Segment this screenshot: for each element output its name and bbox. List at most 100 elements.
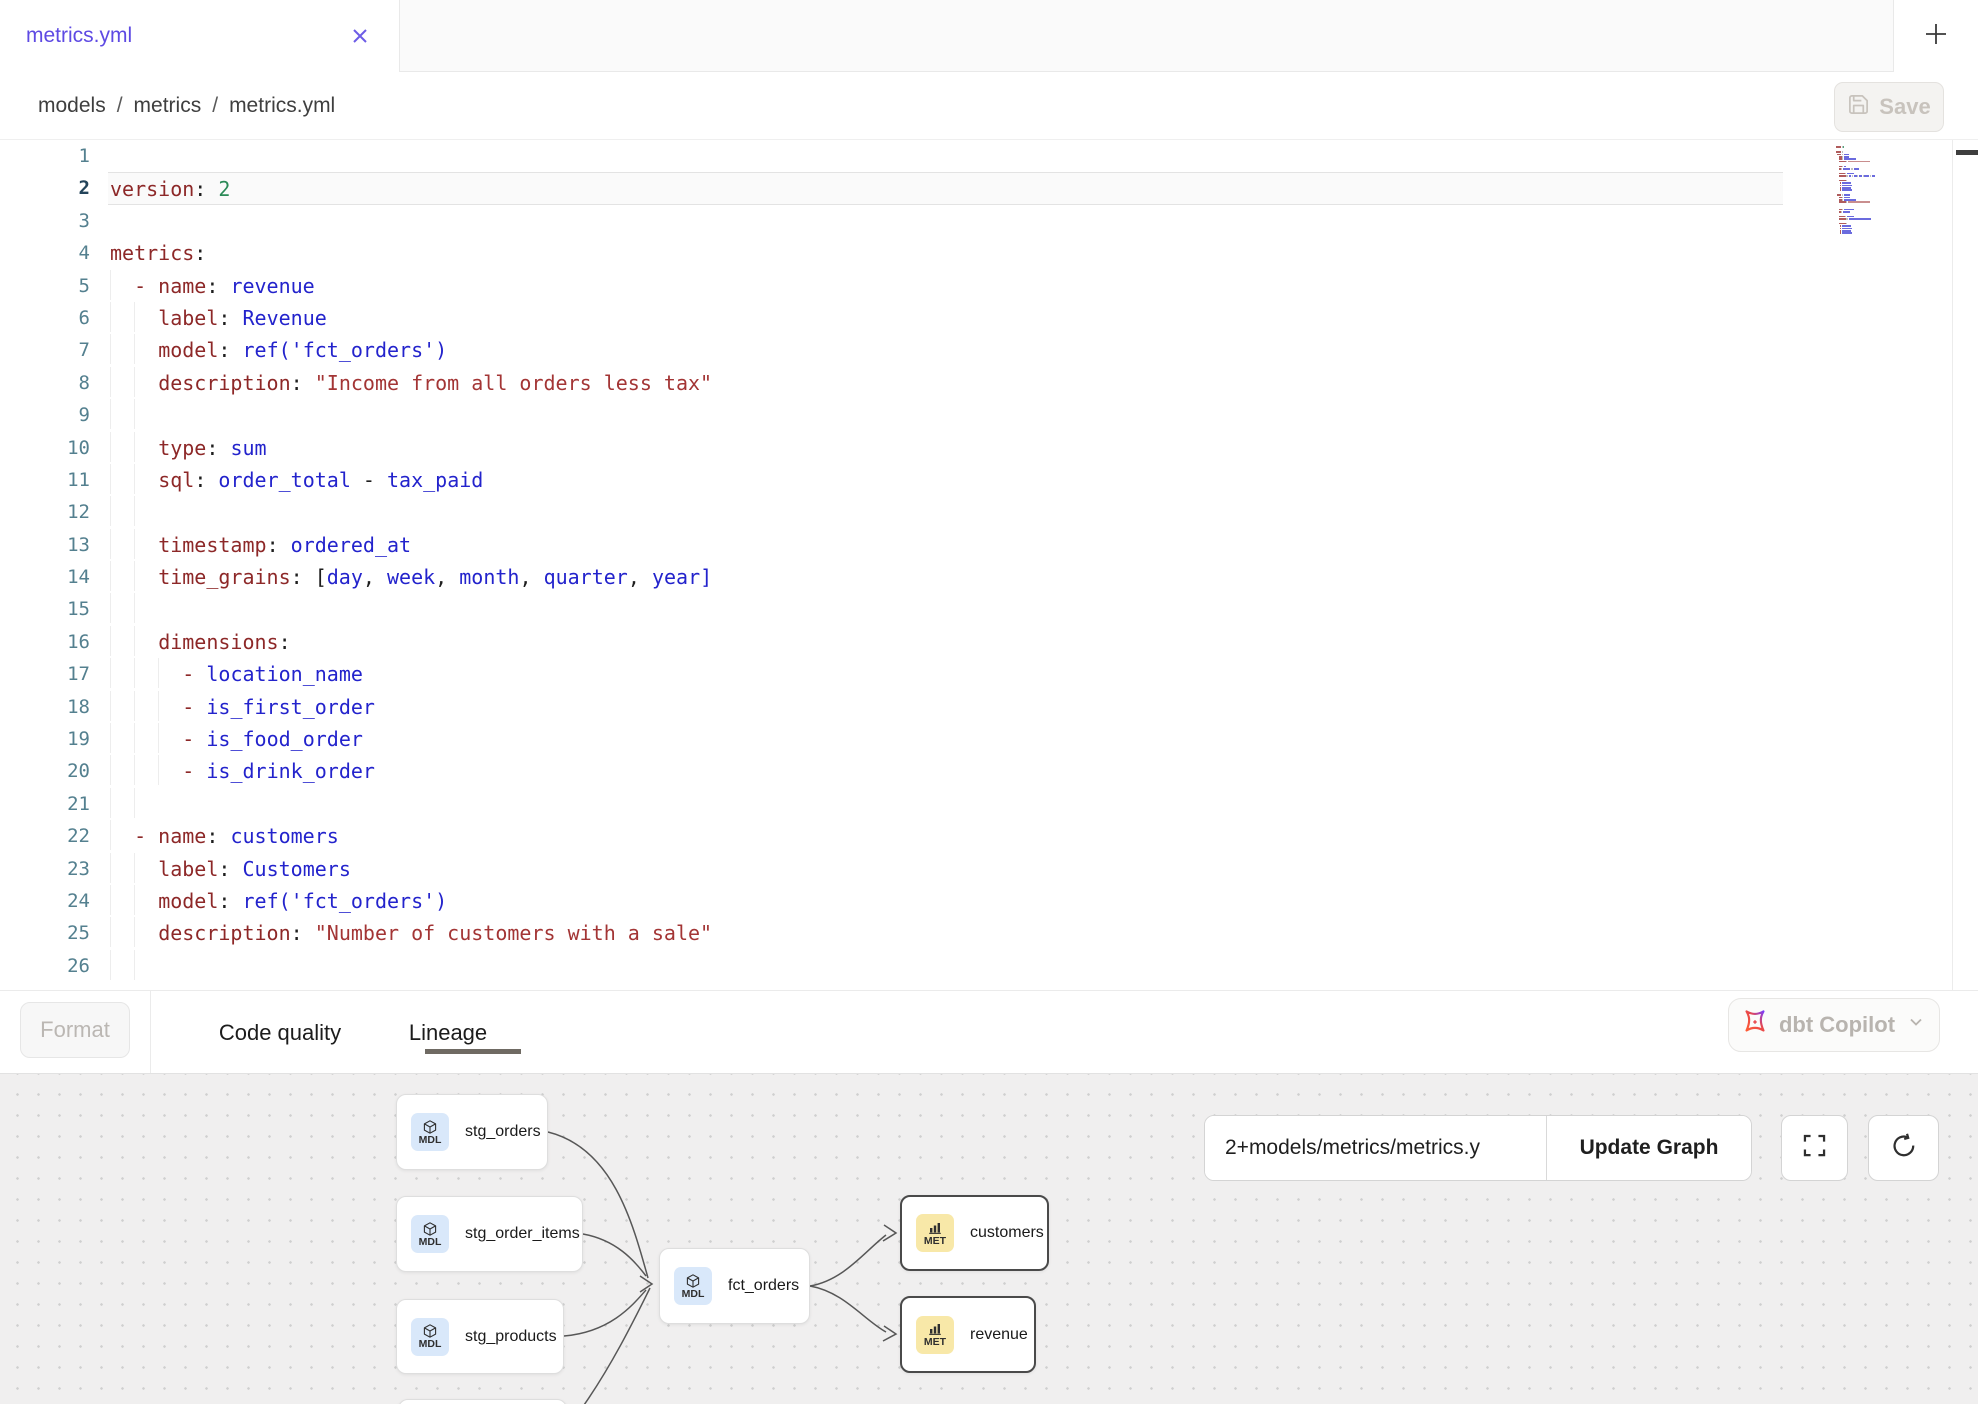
breadcrumb-models[interactable]: models (38, 94, 106, 118)
line-number: 18 (0, 691, 108, 723)
code-line-17[interactable]: 17- location_name (0, 658, 1978, 690)
code-line-21[interactable]: 21 (0, 788, 1978, 820)
line-content[interactable]: model: ref('fct_orders') (108, 334, 1783, 366)
editor-scrollbar[interactable] (1952, 140, 1978, 990)
refresh-button[interactable] (1868, 1115, 1939, 1181)
line-content[interactable]: - is_first_order (108, 691, 1783, 723)
code-token: model (158, 889, 218, 913)
line-content[interactable] (108, 399, 1783, 431)
new-tab-button[interactable] (1893, 0, 1978, 72)
graph-selector-input[interactable] (1205, 1116, 1546, 1180)
line-content[interactable]: - is_food_order (108, 723, 1783, 755)
minimap-row (1836, 211, 1876, 213)
scrollbar-thumb[interactable] (1956, 150, 1978, 155)
line-content[interactable]: description: "Income from all orders les… (108, 367, 1783, 399)
code-line-26[interactable]: 26 (0, 950, 1978, 982)
close-icon[interactable] (347, 23, 373, 49)
indent-guide (134, 853, 158, 883)
code-editor[interactable]: 12version: 234metrics:5- name: revenue6l… (0, 140, 1978, 990)
line-number: 22 (0, 820, 108, 852)
lineage-node-customers[interactable]: METcustomers (900, 1195, 1049, 1271)
indent-guide (134, 626, 158, 656)
dbt-copilot-button[interactable]: dbt Copilot (1728, 998, 1940, 1052)
lineage-node-fct_orders[interactable]: MDLfct_orders (659, 1248, 810, 1324)
code-line-7[interactable]: 7model: ref('fct_orders') (0, 334, 1978, 366)
line-content[interactable]: sql: order_total - tax_paid (108, 464, 1783, 496)
code-line-3[interactable]: 3 (0, 205, 1978, 237)
lineage-node-partial_node[interactable] (398, 1399, 567, 1404)
line-content[interactable]: description: "Number of customers with a… (108, 917, 1783, 949)
line-content[interactable]: label: Customers (108, 853, 1783, 885)
line-content[interactable]: version: 2 (108, 172, 1783, 204)
tab-metrics-yml[interactable]: metrics.yml (0, 0, 400, 72)
line-content[interactable]: dimensions: (108, 626, 1783, 658)
code-line-20[interactable]: 20- is_drink_order (0, 755, 1978, 787)
code-line-16[interactable]: 16dimensions: (0, 626, 1978, 658)
indent-guide (110, 432, 134, 462)
tab-lineage[interactable]: Lineage (398, 991, 498, 1074)
line-content[interactable]: time_grains: [day, week, month, quarter,… (108, 561, 1783, 593)
update-graph-button[interactable]: Update Graph (1547, 1116, 1751, 1180)
code-line-2[interactable]: 2version: 2 (0, 172, 1978, 204)
code-token: : (194, 241, 206, 265)
code-line-22[interactable]: 22- name: customers (0, 820, 1978, 852)
line-content[interactable]: - name: customers (108, 820, 1783, 852)
indent-guide (110, 626, 134, 656)
line-content[interactable] (108, 950, 1783, 982)
lineage-node-stg_order_items[interactable]: MDLstg_order_items (396, 1196, 583, 1272)
code-token: - (351, 468, 387, 492)
line-content[interactable]: - name: revenue (108, 270, 1783, 302)
code-line-1[interactable]: 1 (0, 140, 1978, 172)
line-content[interactable]: - location_name (108, 658, 1783, 690)
code-line-15[interactable]: 15 (0, 593, 1978, 625)
code-line-18[interactable]: 18- is_first_order (0, 691, 1978, 723)
line-content[interactable] (108, 788, 1783, 820)
line-content[interactable]: - is_drink_order (108, 755, 1783, 787)
code-line-5[interactable]: 5- name: revenue (0, 270, 1978, 302)
code-line-6[interactable]: 6label: Revenue (0, 302, 1978, 334)
line-content[interactable] (108, 140, 1783, 172)
code-token: Revenue (243, 306, 327, 330)
code-line-14[interactable]: 14time_grains: [day, week, month, quarte… (0, 561, 1978, 593)
editor-minimap[interactable] (1836, 144, 1876, 235)
code-line-4[interactable]: 4metrics: (0, 237, 1978, 269)
line-content[interactable]: model: ref('fct_orders') (108, 885, 1783, 917)
breadcrumb-separator: / (212, 94, 218, 118)
code-line-9[interactable]: 9 (0, 399, 1978, 431)
lineage-node-stg_orders[interactable]: MDLstg_orders (396, 1094, 548, 1170)
cube-icon: MDL (411, 1318, 449, 1356)
lineage-node-stg_products[interactable]: MDLstg_products (396, 1299, 564, 1374)
lineage-node-revenue[interactable]: METrevenue (900, 1296, 1036, 1373)
code-token: ordered_at (291, 533, 411, 557)
code-line-19[interactable]: 19- is_food_order (0, 723, 1978, 755)
line-content[interactable]: label: Revenue (108, 302, 1783, 334)
code-line-12[interactable]: 12 (0, 496, 1978, 528)
line-content[interactable] (108, 496, 1783, 528)
code-line-25[interactable]: 25description: "Number of customers with… (0, 917, 1978, 949)
code-line-24[interactable]: 24model: ref('fct_orders') (0, 885, 1978, 917)
line-content[interactable] (108, 593, 1783, 625)
line-content[interactable]: timestamp: ordered_at (108, 529, 1783, 561)
fullscreen-button[interactable] (1781, 1115, 1848, 1181)
minimap-row (1836, 223, 1876, 225)
line-number: 4 (0, 237, 108, 269)
code-line-13[interactable]: 13timestamp: ordered_at (0, 529, 1978, 561)
format-button[interactable]: Format (20, 1002, 130, 1058)
breadcrumb-metrics[interactable]: metrics (134, 94, 202, 118)
code-line-8[interactable]: 8description: "Income from all orders le… (0, 367, 1978, 399)
indent-guide (110, 529, 134, 559)
line-content[interactable] (108, 205, 1783, 237)
save-button[interactable]: Save (1834, 82, 1944, 132)
tab-code-quality[interactable]: Code quality (190, 991, 370, 1074)
code-line-23[interactable]: 23label: Customers (0, 853, 1978, 885)
line-content[interactable]: type: sum (108, 432, 1783, 464)
code-line-10[interactable]: 10type: sum (0, 432, 1978, 464)
code-token: : (206, 436, 230, 460)
minimap-row (1836, 201, 1876, 203)
indent-guide (134, 432, 158, 462)
line-content[interactable]: metrics: (108, 237, 1783, 269)
code-token: , (519, 565, 543, 589)
indent-guide (110, 691, 134, 721)
lineage-canvas[interactable]: MDLstg_orders MDLstg_order_items MDLstg_pr… (0, 1073, 1978, 1404)
code-line-11[interactable]: 11sql: order_total - tax_paid (0, 464, 1978, 496)
